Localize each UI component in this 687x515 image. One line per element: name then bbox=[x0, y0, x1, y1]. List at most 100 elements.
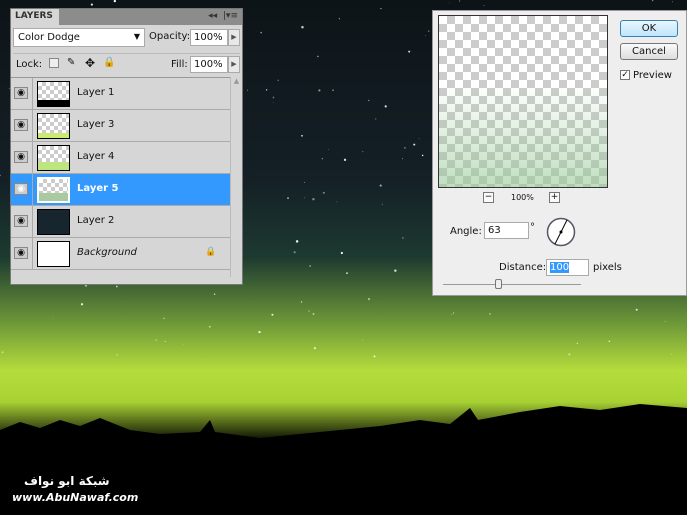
star bbox=[568, 353, 571, 356]
zoom-out-button[interactable]: − bbox=[483, 192, 494, 203]
scrollbar[interactable]: ▲ bbox=[230, 77, 242, 277]
star bbox=[427, 30, 430, 32]
blend-mode-select[interactable]: Color Dodge ▼ bbox=[13, 28, 145, 47]
star bbox=[343, 158, 347, 162]
angle-label: Angle: bbox=[450, 226, 482, 237]
star bbox=[381, 203, 383, 205]
star bbox=[287, 197, 289, 200]
star bbox=[635, 308, 638, 311]
preview-area[interactable] bbox=[438, 15, 608, 188]
star bbox=[300, 301, 303, 303]
layer-row[interactable]: ◉ Layer 4 bbox=[11, 142, 231, 174]
star bbox=[295, 240, 299, 243]
star bbox=[453, 312, 455, 314]
eye-icon[interactable]: ◉ bbox=[14, 183, 28, 195]
star bbox=[368, 99, 370, 102]
star bbox=[271, 313, 274, 316]
distance-label: Distance: bbox=[499, 262, 547, 273]
layer-row[interactable]: ◉ Layer 3 bbox=[11, 110, 231, 142]
star bbox=[163, 317, 165, 320]
preview-checkbox[interactable]: ✓ bbox=[620, 70, 630, 80]
opacity-slider-button[interactable]: ▶ bbox=[228, 29, 240, 46]
fill-slider-button[interactable]: ▶ bbox=[228, 56, 240, 73]
star bbox=[208, 325, 211, 328]
star bbox=[258, 331, 261, 334]
star bbox=[155, 339, 157, 341]
star bbox=[182, 344, 184, 345]
preview-label: Preview bbox=[633, 70, 672, 81]
layer-row-selected[interactable]: ◉ Layer 5 bbox=[11, 174, 231, 206]
ok-button[interactable]: OK bbox=[620, 20, 678, 37]
star bbox=[362, 151, 364, 153]
distance-input[interactable]: 100 bbox=[546, 259, 589, 276]
zoom-in-button[interactable]: + bbox=[549, 192, 560, 203]
star bbox=[489, 313, 491, 315]
star bbox=[336, 201, 338, 203]
lock-brush-icon[interactable]: ✎ bbox=[67, 57, 75, 68]
fill-label: Fill: bbox=[171, 59, 188, 70]
star bbox=[449, 2, 450, 4]
star bbox=[246, 89, 249, 91]
layers-list: ◉ Layer 1 ◉ Layer 3 ◉ Layer 4 ◉ Layer 5 ◉ Lay… bbox=[11, 77, 231, 270]
star bbox=[672, 1, 673, 3]
layers-panel: LAYERS ◂◂ |▾≡ Color Dodge ▼ Opacity: 100%… bbox=[10, 8, 243, 285]
star bbox=[322, 191, 325, 194]
star bbox=[304, 181, 305, 183]
tab-layers[interactable]: LAYERS bbox=[11, 9, 59, 25]
star bbox=[421, 154, 424, 157]
star bbox=[309, 265, 311, 267]
eye-icon[interactable]: ◉ bbox=[14, 119, 28, 131]
star bbox=[301, 134, 303, 137]
lock-transparent-icon[interactable] bbox=[49, 58, 59, 68]
star bbox=[1, 351, 4, 354]
star bbox=[483, 4, 485, 6]
angle-dial[interactable] bbox=[546, 217, 576, 247]
star bbox=[379, 184, 382, 187]
distance-slider[interactable] bbox=[443, 284, 581, 285]
star bbox=[608, 340, 610, 342]
star bbox=[451, 314, 453, 316]
star bbox=[301, 25, 304, 29]
angle-input[interactable]: 63 bbox=[484, 222, 529, 239]
star bbox=[260, 31, 262, 34]
lock-all-icon[interactable]: 🔒 bbox=[103, 57, 115, 68]
star bbox=[373, 355, 376, 358]
eye-icon[interactable]: ◉ bbox=[14, 215, 28, 227]
fill-input[interactable]: 100% bbox=[190, 56, 228, 73]
star bbox=[0, 174, 1, 177]
lock-label: Lock: bbox=[16, 59, 43, 70]
lock-move-icon[interactable]: ✥ bbox=[85, 56, 95, 70]
layer-row[interactable]: ◉ Layer 1 bbox=[11, 78, 231, 110]
eye-icon[interactable]: ◉ bbox=[14, 247, 28, 259]
layer-thumbnail bbox=[37, 209, 70, 235]
star bbox=[90, 3, 93, 6]
star bbox=[80, 303, 84, 306]
star bbox=[362, 339, 364, 340]
star bbox=[277, 79, 279, 82]
layer-thumbnail bbox=[37, 145, 70, 171]
star bbox=[338, 18, 340, 20]
star bbox=[52, 316, 54, 318]
eye-icon[interactable]: ◉ bbox=[14, 87, 28, 99]
layer-row[interactable]: ◉ Layer 2 bbox=[11, 206, 231, 238]
star bbox=[312, 313, 315, 315]
eye-icon[interactable]: ◉ bbox=[14, 151, 28, 163]
star bbox=[404, 147, 406, 149]
watermark-url: www.AbuNawaf.com bbox=[12, 491, 139, 504]
panel-menu-icon[interactable]: ◂◂ |▾≡ bbox=[208, 11, 238, 21]
layer-row[interactable]: ◉ Background 🔒 bbox=[11, 238, 231, 270]
star bbox=[266, 89, 268, 91]
star bbox=[308, 310, 310, 312]
chevron-down-icon: ▼ bbox=[133, 32, 140, 41]
star bbox=[413, 143, 416, 146]
star bbox=[367, 297, 371, 301]
distance-slider-handle[interactable] bbox=[495, 279, 502, 289]
lock-icon: 🔒 bbox=[205, 247, 217, 257]
star bbox=[670, 353, 672, 355]
star bbox=[213, 293, 216, 295]
star bbox=[346, 272, 348, 274]
star bbox=[340, 251, 343, 255]
opacity-input[interactable]: 100% bbox=[190, 29, 228, 46]
cancel-button[interactable]: Cancel bbox=[620, 43, 678, 60]
star bbox=[380, 8, 382, 10]
